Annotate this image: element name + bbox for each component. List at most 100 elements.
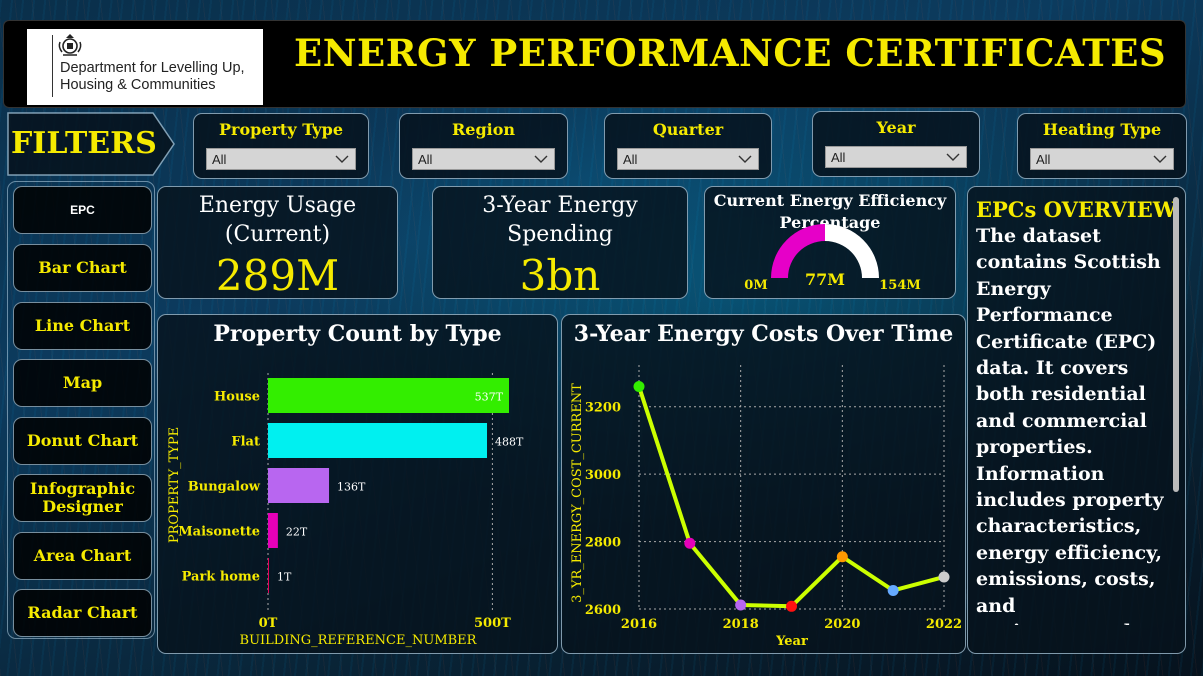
nav-item-line-chart[interactable]: Line Chart: [13, 302, 152, 350]
x-tick-label: 2020: [824, 617, 860, 632]
x-tick-label: 2018: [723, 617, 759, 632]
series-line: [637, 385, 945, 609]
chevron-down-icon: [534, 155, 548, 163]
gauge-value-label: 77M: [805, 270, 845, 289]
year-dropdown[interactable]: All: [825, 146, 967, 168]
overview-scrollbar[interactable]: [1173, 197, 1179, 492]
data-point: [633, 380, 645, 392]
property-count-chart-panel: Property Count by Type 0T 500T House 537T Fl…: [157, 314, 558, 654]
filters-label: FILTERS: [11, 126, 157, 161]
y-tick-label: 3000: [585, 468, 621, 483]
overview-title: EPCs OVERVIEW: [976, 197, 1177, 222]
heating-type-dropdown[interactable]: All: [1030, 148, 1174, 170]
region-dropdown[interactable]: All: [412, 148, 555, 170]
filter-heating-type: Heating Type All: [1017, 113, 1187, 179]
nav-item-area-chart[interactable]: Area Chart: [13, 532, 152, 580]
y-tick-label: 2800: [585, 536, 621, 551]
x-tick-label: 2022: [926, 617, 962, 632]
x-axis-label: Year: [775, 634, 808, 649]
data-label: 22T: [286, 526, 308, 539]
bar: [268, 468, 330, 503]
dropdown-value: All: [623, 152, 638, 167]
dropdown-value: All: [831, 150, 846, 165]
x-tick-label: 2016: [621, 617, 657, 632]
bar: [268, 423, 488, 458]
nav-item-infographic-designer[interactable]: Infographic Designer: [13, 474, 152, 522]
energy-usage-value: 289M: [215, 251, 340, 300]
logo-divider: [52, 35, 53, 97]
nav-item-bar-chart[interactable]: Bar Chart: [13, 244, 152, 292]
chevron-down-icon: [1153, 155, 1167, 163]
chevron-down-icon: [738, 155, 752, 163]
card-title-line1: Energy Usage: [198, 193, 357, 218]
data-label: 488T: [495, 436, 524, 449]
filter-region: Region All: [399, 113, 568, 179]
chevron-down-icon: [335, 155, 349, 163]
x-axis-label: BUILDING_REFERENCE_NUMBER: [240, 633, 478, 648]
x-tick-label: 0T: [259, 616, 278, 631]
category-label: Maisonette: [178, 525, 260, 540]
energy-costs-chart-panel: 3-Year Energy Costs Over Time 2600 2800 30…: [561, 314, 966, 654]
nav-item-epc[interactable]: EPC: [13, 186, 152, 234]
data-label: 136T: [337, 481, 366, 494]
energy-usage-card: Energy Usage (Current) 289M: [157, 186, 398, 300]
data-point: [684, 537, 696, 549]
efficiency-gauge-card: Current Energy Efficiency Percentage 0M …: [704, 186, 956, 299]
efficiency-gauge: 0M 77M 154M: [744, 224, 921, 293]
org-name-line1: Department for Levelling Up,: [60, 60, 245, 76]
filter-property-type: Property Type All: [193, 113, 369, 179]
filter-title: Region: [451, 120, 516, 139]
gauge-min-label: 0M: [744, 278, 767, 293]
sidebar-nav: EPC Bar Chart Line Chart Map Donut Chart…: [7, 181, 155, 639]
overview-body: The dataset contains Scottish Energy Per…: [976, 225, 1164, 625]
data-point: [938, 571, 950, 583]
category-label: Park home: [182, 570, 260, 585]
energy-spending-card: 3-Year Energy Spending 3bn: [432, 186, 688, 300]
bar: [268, 378, 509, 413]
data-label: 1T: [277, 571, 292, 584]
royal-crest-icon: [58, 34, 82, 56]
property-count-bar-chart: 0T 500T House 537T Flat 488T Bungalow 136T Maiso…: [167, 373, 524, 648]
dropdown-value: All: [212, 152, 227, 167]
y-tick-label: 2600: [585, 603, 621, 618]
data-point: [836, 551, 848, 563]
data-point: [735, 599, 747, 611]
nav-item-map[interactable]: Map: [13, 359, 152, 407]
data-point: [786, 600, 797, 612]
filter-year: Year All: [812, 111, 980, 177]
y-axis-label: PROPERTY_TYPE: [167, 427, 182, 543]
card-title-line1: 3-Year Energy: [482, 193, 638, 218]
org-name-line2: Housing & Communities: [60, 77, 216, 93]
y-tick-label: 3200: [585, 401, 621, 416]
filter-title: Year: [876, 118, 916, 137]
bar: [268, 513, 278, 548]
card-title-line2: Spending: [507, 222, 613, 247]
filters-tag: FILTERS: [7, 112, 175, 176]
header-bar: Department for Levelling Up, Housing & C…: [3, 20, 1186, 108]
category-label: Flat: [231, 435, 260, 450]
overview-panel: EPCs OVERVIEW The dataset contains Scott…: [967, 186, 1186, 654]
property-type-dropdown[interactable]: All: [206, 148, 356, 170]
chevron-down-icon: [946, 153, 960, 161]
data-point: [887, 584, 899, 596]
energy-costs-line-chart: 2600 2800 3000 3200 2016 2018 2020 2022 Year 3_YR…: [570, 365, 962, 649]
nav-item-radar-chart[interactable]: Radar Chart: [13, 589, 152, 637]
filter-title: Property Type: [219, 120, 343, 139]
page-title: ENERGY PERFORMANCE CERTIFICATES: [294, 31, 1167, 75]
data-label: 537T: [475, 391, 504, 404]
filter-title: Heating Type: [1042, 120, 1162, 139]
dropdown-value: All: [418, 152, 433, 167]
x-tick-label: 500T: [474, 616, 511, 631]
category-label: House: [214, 390, 260, 405]
energy-spending-value: 3bn: [519, 251, 601, 300]
nav-item-donut-chart[interactable]: Donut Chart: [13, 417, 152, 465]
filter-title: Quarter: [652, 120, 724, 139]
bar: [268, 558, 269, 593]
category-label: Bungalow: [188, 480, 261, 495]
quarter-dropdown[interactable]: All: [617, 148, 759, 170]
department-logo: Department for Levelling Up, Housing & C…: [27, 29, 263, 105]
filter-quarter: Quarter All: [604, 113, 772, 179]
y-axis-label: 3_YR_ENERGY_COST_CURRENT: [570, 383, 585, 603]
card-title-line2: (Current): [224, 222, 331, 247]
gauge-max-label: 154M: [879, 278, 921, 293]
